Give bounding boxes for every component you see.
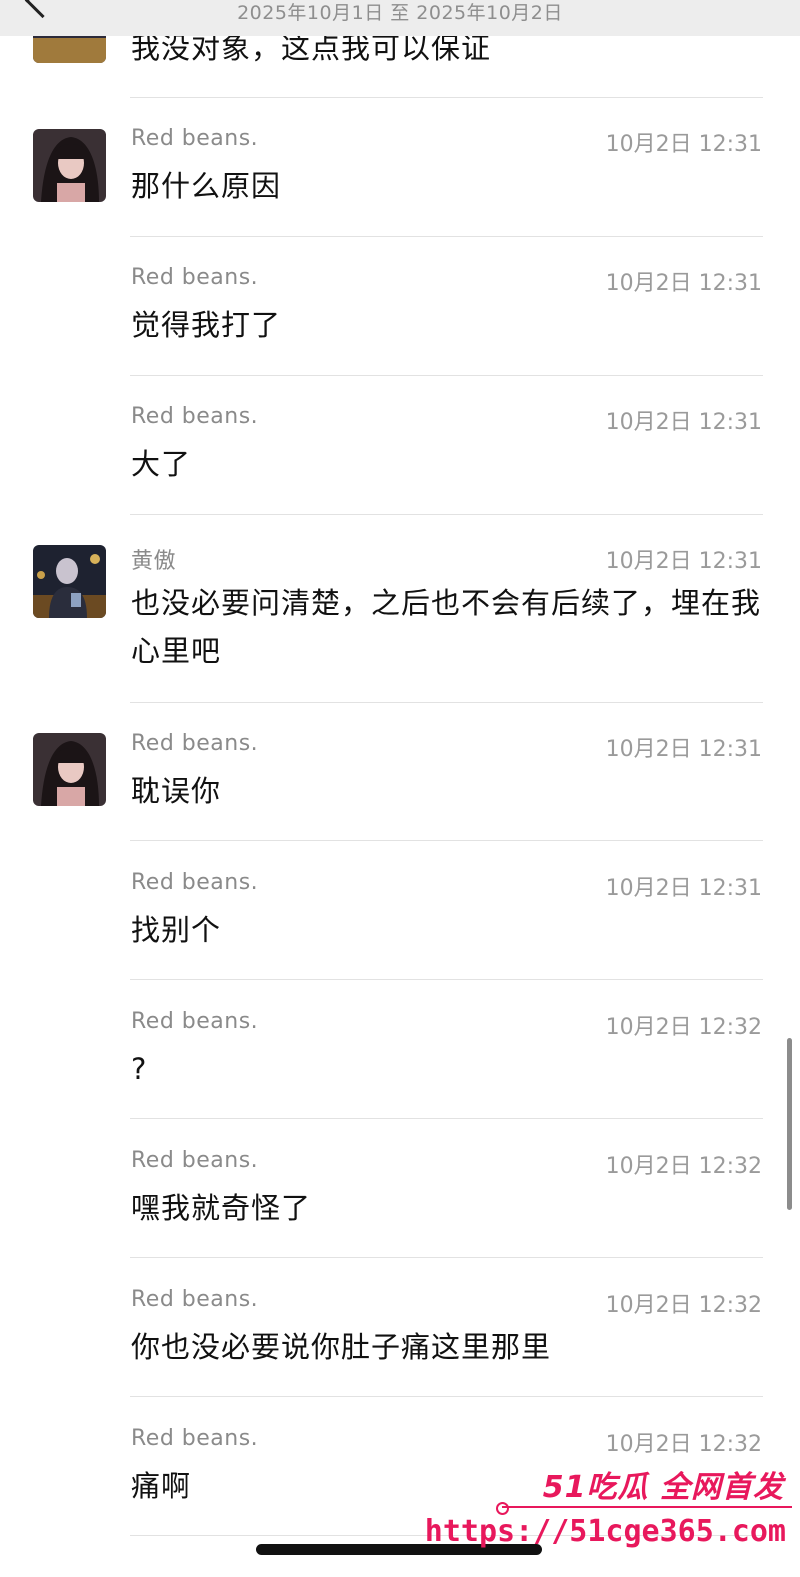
date-range-label: 2025年10月1日 至 2025年10月2日	[237, 2, 563, 24]
sender-name: Red beans.	[131, 1426, 259, 1451]
divider	[130, 702, 763, 703]
watermark-line	[502, 1506, 792, 1508]
divider	[130, 514, 763, 515]
avatar[interactable]	[33, 545, 106, 618]
watermark-url: https://51cge365.com	[424, 1514, 786, 1549]
message-text: ?	[131, 1052, 148, 1086]
message-time: 10月2日 12:31	[605, 549, 762, 574]
chat-history-header: 2025年10月1日 至 2025年10月2日	[0, 0, 800, 36]
scrollbar[interactable]	[787, 1038, 792, 1210]
divider	[130, 1118, 763, 1119]
divider	[130, 840, 763, 841]
divider	[130, 979, 763, 980]
divider	[130, 236, 763, 237]
message-time: 10月2日 12:32	[605, 1015, 762, 1040]
message-text: 那什么原因	[131, 169, 282, 203]
divider	[130, 1257, 763, 1258]
sender-name: Red beans.	[131, 265, 259, 290]
avatar[interactable]	[33, 129, 106, 202]
message-text: 耽误你	[131, 774, 222, 808]
message-text: 找别个	[131, 913, 222, 947]
divider	[130, 375, 763, 376]
message-time: 10月2日 12:31	[605, 132, 762, 157]
message-time: 10月2日 12:32	[605, 1432, 762, 1457]
sender-name: Red beans.	[131, 1148, 259, 1173]
message-text: 你也没必要说你肚子痛这里那里	[131, 1330, 552, 1364]
sender-name: Red beans.	[131, 1287, 259, 1312]
watermark-brand: 51吃瓜 全网首发	[542, 1470, 784, 1505]
sender-name: 黄傲	[131, 549, 177, 574]
message-time: 10月2日 12:31	[605, 876, 762, 901]
message-time: 10月2日 12:31	[605, 271, 762, 296]
message-text: 觉得我打了	[131, 308, 282, 342]
sender-name: Red beans.	[131, 126, 259, 151]
message-time: 10月2日 12:32	[605, 1154, 762, 1179]
sender-name: Red beans.	[131, 404, 259, 429]
message-time: 10月2日 12:31	[605, 410, 762, 435]
message-text: 嘿我就奇怪了	[131, 1191, 312, 1225]
message-time: 10月2日 12:31	[605, 737, 762, 762]
sender-name: Red beans.	[131, 731, 259, 756]
message-time: 10月2日 12:32	[605, 1293, 762, 1318]
watermark: 51吃瓜 全网首发 https://51cge365.com	[425, 1462, 796, 1572]
sender-name: Red beans.	[131, 870, 259, 895]
divider	[130, 97, 763, 98]
message-text: 大了	[131, 447, 192, 481]
message-text: 也没必要问清楚，之后也不会有后续了，埋在我心里吧	[131, 586, 762, 668]
divider	[130, 1396, 763, 1397]
sender-name: Red beans.	[131, 1009, 259, 1034]
avatar[interactable]	[33, 733, 106, 806]
